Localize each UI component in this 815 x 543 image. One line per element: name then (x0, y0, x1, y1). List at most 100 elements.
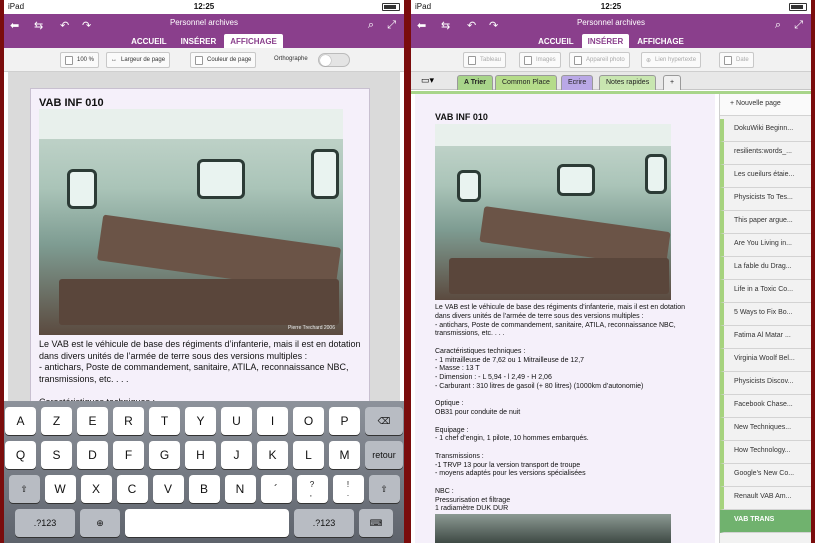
shift-key-left[interactable]: ⇧ (8, 475, 40, 503)
page-icon (65, 55, 73, 65)
fullscreen-icon[interactable]: ⤢ (794, 19, 803, 32)
key-k[interactable]: K (257, 441, 288, 469)
app-header: ⬅ ⇆ ↶ ↷ Personnel archives ⌕ ⤢ ACCUEIL I… (4, 14, 404, 48)
page-item[interactable]: New Techniques... (720, 418, 811, 441)
tab-affichage[interactable]: AFFICHAGE (224, 34, 283, 48)
key-m[interactable]: M (329, 441, 360, 469)
add-section-button[interactable]: + (663, 75, 682, 90)
numbers-key-left[interactable]: .?123 (15, 509, 75, 537)
numbers-key-right[interactable]: .?123 (294, 509, 354, 537)
tab-accueil[interactable]: ACCUEIL (532, 34, 580, 48)
key-d[interactable]: D (77, 441, 108, 469)
date-button[interactable]: Date (719, 52, 754, 68)
resize-icon: ↔ (111, 57, 117, 63)
spelling-label: Orthographe (274, 56, 308, 62)
hide-keyboard-icon[interactable]: ⌨ (359, 509, 393, 537)
key-w[interactable]: W (44, 475, 76, 503)
note-page[interactable]: VAB INF 010 Le VAB est le véhicule de ba… (415, 94, 715, 543)
page-item[interactable]: This paper argue... (720, 211, 811, 234)
page-item[interactable]: Fatima Al Matar ... (720, 326, 811, 349)
space-bar[interactable] (125, 509, 289, 537)
key-z[interactable]: Z (41, 407, 72, 435)
note-title: VAB INF 010 (435, 112, 488, 122)
section-tab-ecrire[interactable]: Ecrire (561, 75, 594, 90)
key-s[interactable]: S (41, 441, 72, 469)
tab-affichage[interactable]: AFFICHAGE (631, 34, 690, 48)
section-tab-notes-rapides[interactable]: Notes rapides (599, 75, 657, 90)
note-page[interactable]: VAB INF 010 Pierre Trechard 2006 Le VAB … (30, 88, 370, 408)
page-width-button[interactable]: ↔ Largeur de page (106, 52, 171, 68)
page-item[interactable]: Life in a Toxic Co... (720, 280, 811, 303)
page-item[interactable]: Facebook Chase... (720, 395, 811, 418)
page-item[interactable]: How Technology... (720, 441, 811, 464)
key-p[interactable]: P (329, 407, 360, 435)
tab-inserer[interactable]: INSÉRER (175, 34, 223, 48)
globe-icon[interactable]: ⊕ (80, 509, 120, 537)
note-photo[interactable] (435, 124, 671, 300)
new-page-button[interactable]: + Nouvelle page (720, 94, 811, 116)
key-u[interactable]: U (221, 407, 252, 435)
tab-inserer[interactable]: INSÉRER (581, 34, 630, 48)
page-item[interactable]: Are You Living in... (720, 234, 811, 257)
section-tab-common-place[interactable]: Common Place (495, 75, 557, 90)
key-period[interactable]: !. (332, 475, 364, 503)
key-c[interactable]: C (116, 475, 148, 503)
page-item[interactable]: resilients:words_... (720, 142, 811, 165)
key-v[interactable]: V (152, 475, 184, 503)
table-button[interactable]: Tableau (463, 52, 507, 68)
page-item[interactable]: Google's New Co... (720, 464, 811, 487)
key-a[interactable]: A (5, 407, 36, 435)
key-i[interactable]: I (257, 407, 288, 435)
key-r[interactable]: R (113, 407, 144, 435)
plus-icon: + (730, 100, 735, 107)
hyperlink-button[interactable]: ⊕ Lien hypertexte (641, 52, 702, 68)
key-n[interactable]: N (224, 475, 256, 503)
key-o[interactable]: O (293, 407, 324, 435)
key-b[interactable]: B (188, 475, 220, 503)
backspace-key[interactable]: ⌫ (365, 407, 403, 435)
note-title: VAB INF 010 (39, 97, 104, 109)
key-t[interactable]: T (149, 407, 180, 435)
key-l[interactable]: L (293, 441, 324, 469)
search-icon[interactable]: ⌕ (368, 19, 374, 32)
page-item[interactable]: Virginia Woolf Bel... (720, 349, 811, 372)
note-photo[interactable]: Pierre Trechard 2006 (39, 109, 343, 335)
key-q[interactable]: Q (5, 441, 36, 469)
page-item[interactable]: Les cueilurs étaie... (720, 165, 811, 188)
fullscreen-icon[interactable]: ⤢ (387, 19, 396, 32)
key-f[interactable]: F (113, 441, 144, 469)
camera-button[interactable]: Appareil photo (569, 52, 630, 68)
page-item[interactable]: Physicists To Tes... (720, 188, 811, 211)
notebook-switch-icon[interactable]: ▭▾ (421, 75, 434, 86)
page-item[interactable]: Renault VAB Am... (720, 487, 811, 510)
page-color-button[interactable]: Couleur de page (190, 52, 257, 68)
canvas-area: VAB INF 010 Pierre Trechard 2006 Le VAB … (8, 72, 400, 408)
page-item[interactable]: DokuWiki Beginn... (720, 119, 811, 142)
key-y[interactable]: Y (185, 407, 216, 435)
key-comma[interactable]: ?, (296, 475, 328, 503)
second-photo[interactable] (435, 514, 671, 543)
note-body[interactable]: Le VAB est le véhicule de base des régim… (435, 304, 713, 514)
return-key[interactable]: retour (365, 441, 403, 469)
photo-credit: Pierre Trechard 2006 (288, 325, 335, 331)
key-j[interactable]: J (221, 441, 252, 469)
search-icon[interactable]: ⌕ (775, 19, 781, 32)
page-item[interactable]: Physicists Discov... (720, 372, 811, 395)
shift-key-right[interactable]: ⇧ (368, 475, 400, 503)
key-g[interactable]: G (149, 441, 180, 469)
key-h[interactable]: H (185, 441, 216, 469)
status-bar: iPad 12:25 (411, 0, 811, 14)
note-body[interactable]: Le VAB est le véhicule de base des régim… (39, 339, 369, 409)
section-tab-a-trier[interactable]: A Trier (457, 75, 493, 90)
page-item[interactable]: La fable du Drag... (720, 257, 811, 280)
key-x[interactable]: X (80, 475, 112, 503)
tab-accueil[interactable]: ACCUEIL (125, 34, 173, 48)
zoom-button[interactable]: 100 % (60, 52, 100, 68)
key-e[interactable]: E (77, 407, 108, 435)
section-tabs-bar: ▭▾ A Trier Common Place Ecrire Notes rap… (411, 72, 811, 90)
page-item-active[interactable]: VAB TRANS (720, 510, 811, 533)
page-item[interactable]: 5 Ways to Fix Bo... (720, 303, 811, 326)
key-accent[interactable]: ´ (260, 475, 292, 503)
images-button[interactable]: Images (519, 52, 561, 68)
spelling-toggle[interactable] (318, 53, 350, 67)
